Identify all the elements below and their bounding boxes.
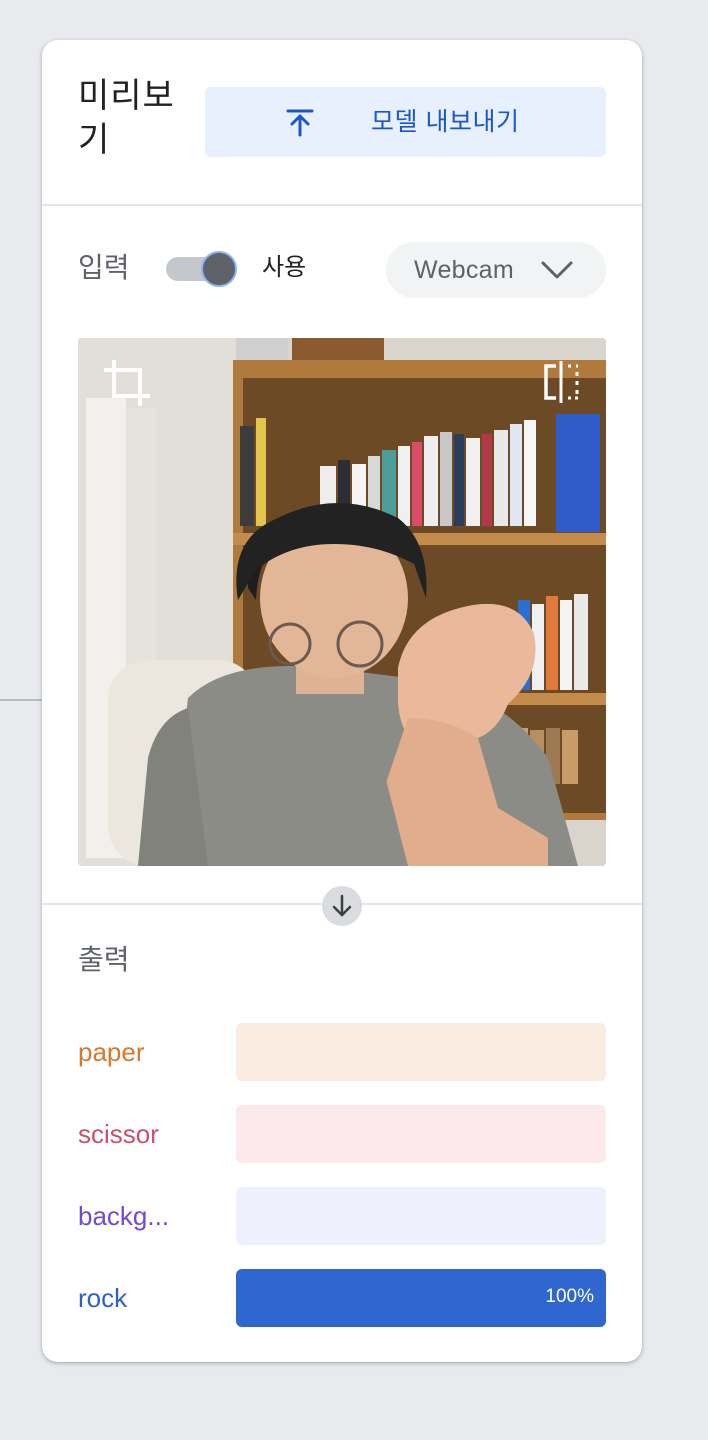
- confidence-bar: [236, 1105, 606, 1163]
- class-name: scissor: [78, 1119, 159, 1149]
- export-model-button[interactable]: 모델 내보내기: [205, 87, 606, 157]
- chevron-down-icon: [541, 261, 573, 279]
- toggle-label: 사용: [262, 254, 307, 281]
- class-row: rock 100%: [42, 1269, 642, 1327]
- arrow-down-icon: [332, 894, 352, 917]
- class-row: scissor: [42, 1105, 642, 1163]
- confidence-percent: 100%: [545, 1286, 594, 1307]
- class-name: rock: [78, 1283, 128, 1313]
- panel-title: 미리보기: [78, 77, 175, 159]
- page: 미리보기 모델 내보내기 입력 사용 Webcam 출력 paper sciss…: [0, 0, 708, 1440]
- upload-arrow-icon: [286, 109, 314, 137]
- panel-header: 미리보기 모델 내보내기: [42, 40, 642, 206]
- toggle-knob: [201, 251, 237, 287]
- side-divider: [0, 699, 42, 701]
- class-name: backg...: [78, 1201, 170, 1231]
- webcam-frame-image: [78, 338, 606, 866]
- class-name: paper: [78, 1037, 145, 1067]
- preview-panel: 미리보기 모델 내보내기 입력 사용 Webcam 출력 paper sciss…: [42, 40, 642, 1362]
- crop-icon[interactable]: [102, 358, 152, 408]
- arrow-down-badge: [322, 886, 362, 926]
- export-model-label: 모델 내보내기: [371, 108, 520, 136]
- input-section-label: 입력: [78, 252, 130, 283]
- flip-horizontal-icon[interactable]: [540, 360, 582, 404]
- class-row: paper: [42, 1023, 642, 1081]
- output-section-label: 출력: [78, 944, 130, 975]
- confidence-bar: [236, 1187, 606, 1245]
- webcam-preview: [78, 338, 606, 866]
- confidence-bar: [236, 1023, 606, 1081]
- class-row: backg...: [42, 1187, 642, 1245]
- input-source-dropdown[interactable]: Webcam: [386, 242, 606, 298]
- confidence-bar: 100%: [236, 1269, 606, 1327]
- input-source-value: Webcam: [414, 256, 514, 284]
- input-enable-toggle[interactable]: [164, 251, 240, 287]
